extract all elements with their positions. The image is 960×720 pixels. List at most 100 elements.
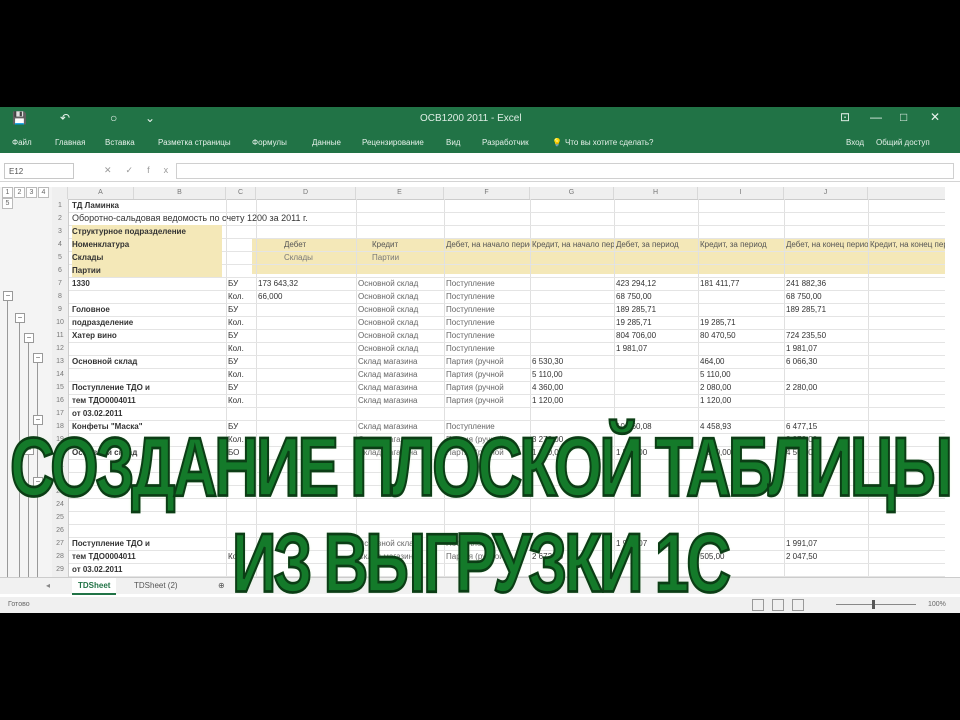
table-cell-k[interactable]	[786, 316, 866, 329]
table-cell-e[interactable]: Склад магазина	[358, 355, 442, 368]
table-cell-d[interactable]	[258, 407, 354, 420]
table-cell-j[interactable]: 2 080,00	[700, 381, 782, 394]
ribbon-options-icon[interactable]: ⊡	[840, 110, 850, 124]
table-cell-j[interactable]	[700, 303, 782, 316]
table-cell-a[interactable]: 1330	[72, 277, 222, 290]
table-cell-k[interactable]: 724 235,50	[786, 329, 866, 342]
table-cell-c[interactable]: БУ	[228, 355, 256, 368]
group-header[interactable]: Номенклатура	[72, 238, 222, 251]
outline-level-3[interactable]: 3	[26, 187, 37, 198]
select-all-corner[interactable]	[52, 187, 68, 199]
table-cell-k[interactable]: 2 280,00	[786, 381, 866, 394]
column-header-a[interactable]: A	[68, 187, 134, 199]
table-cell-f[interactable]: Поступление	[446, 342, 528, 355]
row-number[interactable]: 14	[52, 368, 69, 381]
maximize-icon[interactable]: □	[900, 110, 907, 124]
table-cell-j[interactable]: 181 411,77	[700, 277, 782, 290]
table-cell-c[interactable]: БУ	[228, 381, 256, 394]
table-cell-e[interactable]: Склад магазина	[358, 381, 442, 394]
tell-me-box[interactable]: Что вы хотите сделать?	[565, 138, 653, 147]
table-cell-j[interactable]: 80 470,50	[700, 329, 782, 342]
header-debit[interactable]: Дебет	[284, 238, 306, 251]
table-cell-c[interactable]: БУ	[228, 277, 256, 290]
table-cell-g[interactable]: 5 110,00	[532, 368, 612, 381]
column-header-e[interactable]: E	[356, 187, 444, 199]
table-cell-c[interactable]	[228, 407, 256, 420]
table-cell-k[interactable]: 189 285,71	[786, 303, 866, 316]
row-number[interactable]: 10	[52, 316, 69, 329]
table-cell-k[interactable]: 1 981,07	[786, 342, 866, 355]
row-number[interactable]: 12	[52, 342, 69, 355]
header-debit-start[interactable]: Дебет, на начало периода	[446, 238, 530, 251]
group-header[interactable]: Партии	[72, 264, 222, 277]
table-cell-f[interactable]: Поступление	[446, 329, 528, 342]
table-cell-e[interactable]: Основной склад	[358, 277, 442, 290]
table-cell-f[interactable]: Партия (ручной	[446, 381, 528, 394]
header-debit-sub[interactable]: Склады	[284, 251, 313, 264]
tab-formulas[interactable]: Формулы	[252, 138, 287, 147]
table-cell-f[interactable]: Поступление	[446, 290, 528, 303]
table-cell-j[interactable]: 464,00	[700, 355, 782, 368]
table-cell-k[interactable]	[786, 368, 866, 381]
table-cell-f[interactable]	[446, 407, 528, 420]
table-cell-f[interactable]: Партия (ручной	[446, 394, 528, 407]
table-cell-e[interactable]: Основной склад	[358, 342, 442, 355]
column-header-j[interactable]: J	[784, 187, 868, 199]
tab-home[interactable]: Главная	[55, 138, 85, 147]
table-cell-i[interactable]: 19 285,71	[616, 316, 696, 329]
table-cell-c[interactable]: БУ	[228, 329, 256, 342]
table-cell-i[interactable]: 804 706,00	[616, 329, 696, 342]
table-cell-f[interactable]: Партия (ручной	[446, 355, 528, 368]
table-cell-f[interactable]: Партия (ручной	[446, 368, 528, 381]
table-cell-c[interactable]: Кол.	[228, 342, 256, 355]
header-credit-sub[interactable]: Партии	[372, 251, 399, 264]
share-button[interactable]: Общий доступ	[876, 138, 930, 147]
table-cell-f[interactable]: Поступление	[446, 303, 528, 316]
group-header[interactable]: Структурное подразделение	[72, 225, 222, 238]
table-cell-d[interactable]	[258, 368, 354, 381]
table-cell-a[interactable]	[72, 368, 222, 381]
enter-icon[interactable]: ✓	[126, 165, 148, 175]
table-cell-j[interactable]: 5 110,00	[700, 368, 782, 381]
tab-developer[interactable]: Разработчик	[482, 138, 529, 147]
table-cell-k[interactable]: 68 750,00	[786, 290, 866, 303]
company-name[interactable]: ТД Ламинка	[72, 199, 119, 212]
outline-level-2[interactable]: 2	[14, 187, 25, 198]
table-cell-a[interactable]: от 03.02.2011	[72, 407, 222, 420]
table-cell-a[interactable]: тем ТДО0004011	[72, 394, 222, 407]
table-cell-c[interactable]: Кол.	[228, 316, 256, 329]
table-cell-k[interactable]: 241 882,36	[786, 277, 866, 290]
table-cell-a[interactable]: Головное	[72, 303, 222, 316]
formula-input[interactable]	[176, 163, 954, 179]
column-header-i[interactable]: I	[698, 187, 784, 199]
tab-data[interactable]: Данные	[312, 138, 341, 147]
table-cell-f[interactable]: Поступление	[446, 316, 528, 329]
undo-icon[interactable]: ↶	[60, 111, 70, 125]
column-header-h[interactable]: H	[614, 187, 698, 199]
table-cell-j[interactable]	[700, 407, 782, 420]
report-title[interactable]: Оборотно-сальдовая ведомость по счету 12…	[72, 212, 308, 225]
table-cell-a[interactable]: Основной склад	[72, 355, 222, 368]
table-cell-a[interactable]: подразделение	[72, 316, 222, 329]
table-cell-j[interactable]: 1 120,00	[700, 394, 782, 407]
tab-review[interactable]: Рецензирование	[362, 138, 424, 147]
row-number[interactable]: 11	[52, 329, 69, 342]
minimize-icon[interactable]: —	[870, 110, 882, 124]
table-cell-a[interactable]: Хатер вино	[72, 329, 222, 342]
table-cell-e[interactable]: Основной склад	[358, 316, 442, 329]
table-cell-i[interactable]: 423 294,12	[616, 277, 696, 290]
header-credit-start[interactable]: Кредит, на начало периода	[532, 238, 614, 251]
table-cell-c[interactable]: Кол.	[228, 394, 256, 407]
cancel-icon[interactable]: ✕	[104, 165, 126, 175]
collapse-button[interactable]: −	[33, 353, 43, 363]
table-cell-k[interactable]	[786, 394, 866, 407]
row-number[interactable]: 7	[52, 277, 69, 290]
table-cell-e[interactable]: Основной склад	[358, 303, 442, 316]
table-cell-i[interactable]: 68 750,00	[616, 290, 696, 303]
collapse-button[interactable]: −	[24, 333, 34, 343]
tab-insert[interactable]: Вставка	[105, 138, 135, 147]
row-number[interactable]: 9	[52, 303, 69, 316]
column-header-c[interactable]: C	[226, 187, 256, 199]
column-header-d[interactable]: D	[256, 187, 356, 199]
table-cell-a[interactable]	[72, 342, 222, 355]
